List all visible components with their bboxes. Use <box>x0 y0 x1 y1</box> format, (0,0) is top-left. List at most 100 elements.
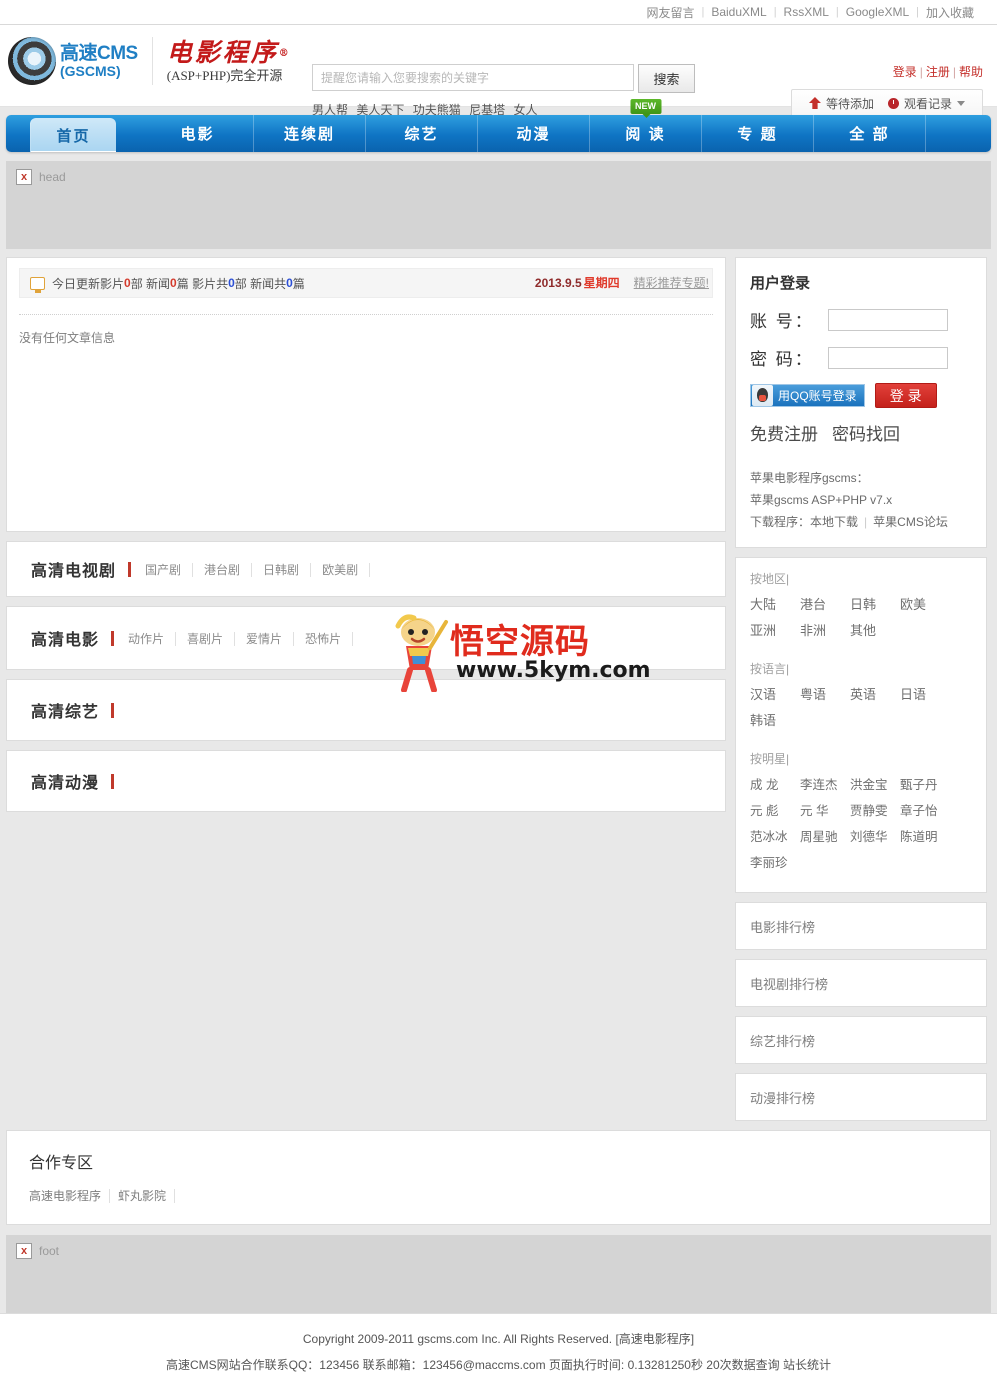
movie-link-2[interactable]: 爱情片 <box>235 631 295 646</box>
new-badge: NEW <box>630 99 661 118</box>
copyright-prefix: Copyright 2009-2011 gscms.com Inc. All R… <box>302 1332 619 1346</box>
topbar-link-2[interactable]: RssXML <box>777 5 836 19</box>
nav-item-anime[interactable]: 动漫 <box>478 115 590 152</box>
tvseries-link-2[interactable]: 日韩剧 <box>252 562 312 577</box>
cms-forum-link[interactable]: 苹果CMS论坛 <box>873 515 948 529</box>
account-tools-box: 等待添加 观看记录 <box>790 89 983 117</box>
search-input[interactable] <box>312 64 634 91</box>
site-footer: Copyright 2009-2011 gscms.com Inc. All R… <box>0 1313 997 1391</box>
search-button[interactable]: 搜索 <box>638 64 695 93</box>
topbar-link-1[interactable]: BaiduXML <box>704 5 773 19</box>
nav-item-all[interactable]: 全 部 <box>814 115 926 152</box>
brand-main-row: 电影程序® <box>166 37 292 67</box>
language-item-1[interactable]: 粤语 <box>800 684 850 703</box>
password-input[interactable] <box>828 346 948 369</box>
nav-item-variety[interactable]: 综艺 <box>366 115 478 152</box>
movie-link-0[interactable]: 动作片 <box>128 631 177 646</box>
section-title-tvseries: 高清电视剧 <box>31 563 117 580</box>
language-item-3[interactable]: 日语 <box>900 684 950 703</box>
info-separator: | <box>864 515 868 529</box>
region-item-6[interactable]: 其他 <box>850 620 900 639</box>
language-item-2[interactable]: 英语 <box>850 684 900 703</box>
rank-panel-tvseries[interactable]: 电视剧排行榜 <box>735 959 987 1007</box>
star-item-11[interactable]: 陈道明 <box>900 826 950 845</box>
region-item-4[interactable]: 亚洲 <box>750 620 800 639</box>
partner-link-1[interactable]: 虾丸影院 <box>110 1189 176 1203</box>
program-info-line3: 下载程序：本地下载 | 苹果CMS论坛 <box>750 511 972 533</box>
section-accent-bar <box>128 561 132 577</box>
movie-link-3[interactable]: 恐怖片 <box>294 631 354 646</box>
star-item-2[interactable]: 洪金宝 <box>850 774 900 793</box>
filter-head-star: 按明星| <box>750 752 790 766</box>
star-item-4[interactable]: 元 彪 <box>750 800 800 819</box>
nav-item-home[interactable]: 首页 <box>30 118 116 152</box>
topbar-link-4[interactable]: 加入收藏 <box>919 4 981 21</box>
section-title-variety: 高清综艺 <box>31 704 100 721</box>
login-submit-button[interactable]: 登 录 <box>874 383 937 408</box>
language-item-0[interactable]: 汉语 <box>750 684 800 703</box>
login-link[interactable]: 登录 <box>893 65 917 79</box>
star-item-12[interactable]: 李丽珍 <box>750 852 800 871</box>
region-item-3[interactable]: 欧美 <box>900 594 950 613</box>
rank-panel-anime[interactable]: 动漫排行榜 <box>735 1073 987 1121</box>
star-item-1[interactable]: 李连杰 <box>800 774 850 793</box>
date-topic-area: 2013.9.5 星期四 精彩推荐专题! <box>535 274 709 291</box>
rank-panel-movie[interactable]: 电影排行榜 <box>735 902 987 950</box>
site-logo[interactable]: 高速CMS (GSCMS) 电影程序® (ASP+PHP)完全开源 <box>8 37 292 85</box>
nav-item-topic[interactable]: 专 题 <box>702 115 814 152</box>
language-item-4[interactable]: 韩语 <box>750 710 800 729</box>
copyright-suffix: ] <box>690 1332 695 1346</box>
rank-title-movie: 电影排行榜 <box>750 919 816 935</box>
clock-icon <box>887 97 899 109</box>
star-item-3[interactable]: 甄子丹 <box>900 774 950 793</box>
region-item-5[interactable]: 非洲 <box>800 620 850 639</box>
topbar-link-0[interactable]: 网友留言 <box>639 4 701 21</box>
password-recovery-link[interactable]: 密码找回 <box>832 425 900 444</box>
section-title-movie: 高清电影 <box>31 632 100 649</box>
region-item-2[interactable]: 日韩 <box>850 594 900 613</box>
star-item-10[interactable]: 刘德华 <box>850 826 900 845</box>
account-label: 账 号： <box>750 312 814 331</box>
login-secondary-links: 免费注册 密码找回 <box>750 420 972 445</box>
rank-panel-variety[interactable]: 综艺排行榜 <box>735 1016 987 1064</box>
watch-history-button[interactable]: 观看记录 <box>881 95 972 112</box>
register-link[interactable]: 注册 <box>926 65 950 79</box>
star-item-9[interactable]: 周星驰 <box>800 826 850 845</box>
account-input[interactable] <box>828 308 948 331</box>
star-item-0[interactable]: 成 龙 <box>750 774 800 793</box>
local-download-link[interactable]: 本地下载 <box>810 515 858 529</box>
stats-text-5: 篇 <box>292 276 305 291</box>
brand-main: 电影程序 <box>166 37 279 67</box>
topbar-link-3[interactable]: GoogleXML <box>839 5 916 19</box>
broken-image-icon: x <box>16 1243 32 1259</box>
recommended-topic-link[interactable]: 精彩推荐专题! <box>634 276 709 290</box>
main-nav: 首页 电影 连续剧 综艺 动漫 NEW 阅 读 专 题 全 部 <box>6 99 991 152</box>
copyright-program-link[interactable]: 高速电影程序 <box>619 1332 691 1346</box>
movie-link-1[interactable]: 喜剧片 <box>176 631 236 646</box>
star-item-8[interactable]: 范冰冰 <box>750 826 800 845</box>
gscms-logo-icon <box>8 37 56 85</box>
nav-item-series[interactable]: 连续剧 <box>254 115 366 152</box>
tvseries-link-0[interactable]: 国产剧 <box>145 562 194 577</box>
filter-list-language: 汉语 粤语 英语 日语 韩语 <box>750 684 972 736</box>
star-item-5[interactable]: 元 华 <box>800 800 850 819</box>
tvseries-link-3[interactable]: 欧美剧 <box>311 562 371 577</box>
region-item-0[interactable]: 大陆 <box>750 594 800 613</box>
free-register-link[interactable]: 免费注册 <box>750 425 818 444</box>
partner-link-0[interactable]: 高速电影程序 <box>29 1189 111 1203</box>
webmaster-stats-link[interactable]: 站长统计 <box>783 1358 831 1372</box>
filter-list-star: 成 龙 李连杰 洪金宝 甄子丹 元 彪 元 华 贾静雯 章子怡 范冰冰 周星驰 … <box>750 774 972 878</box>
pending-add-button[interactable]: 等待添加 <box>802 95 881 112</box>
copyright-line: Copyright 2009-2011 gscms.com Inc. All R… <box>0 1330 997 1347</box>
tvseries-link-1[interactable]: 港台剧 <box>193 562 253 577</box>
nav-item-movie[interactable]: 电影 <box>142 115 254 152</box>
rank-title-tvseries: 电视剧排行榜 <box>750 976 829 992</box>
star-item-6[interactable]: 贾静雯 <box>850 800 900 819</box>
qq-login-button[interactable]: 用QQ账号登录 <box>750 384 865 407</box>
help-link[interactable]: 帮助 <box>959 65 983 79</box>
logo-line1: 高速CMS <box>60 42 138 64</box>
region-item-1[interactable]: 港台 <box>800 594 850 613</box>
star-item-7[interactable]: 章子怡 <box>900 800 950 819</box>
logo-text-block: 高速CMS (GSCMS) <box>60 42 138 79</box>
nav-item-reading[interactable]: NEW 阅 读 <box>590 99 702 152</box>
